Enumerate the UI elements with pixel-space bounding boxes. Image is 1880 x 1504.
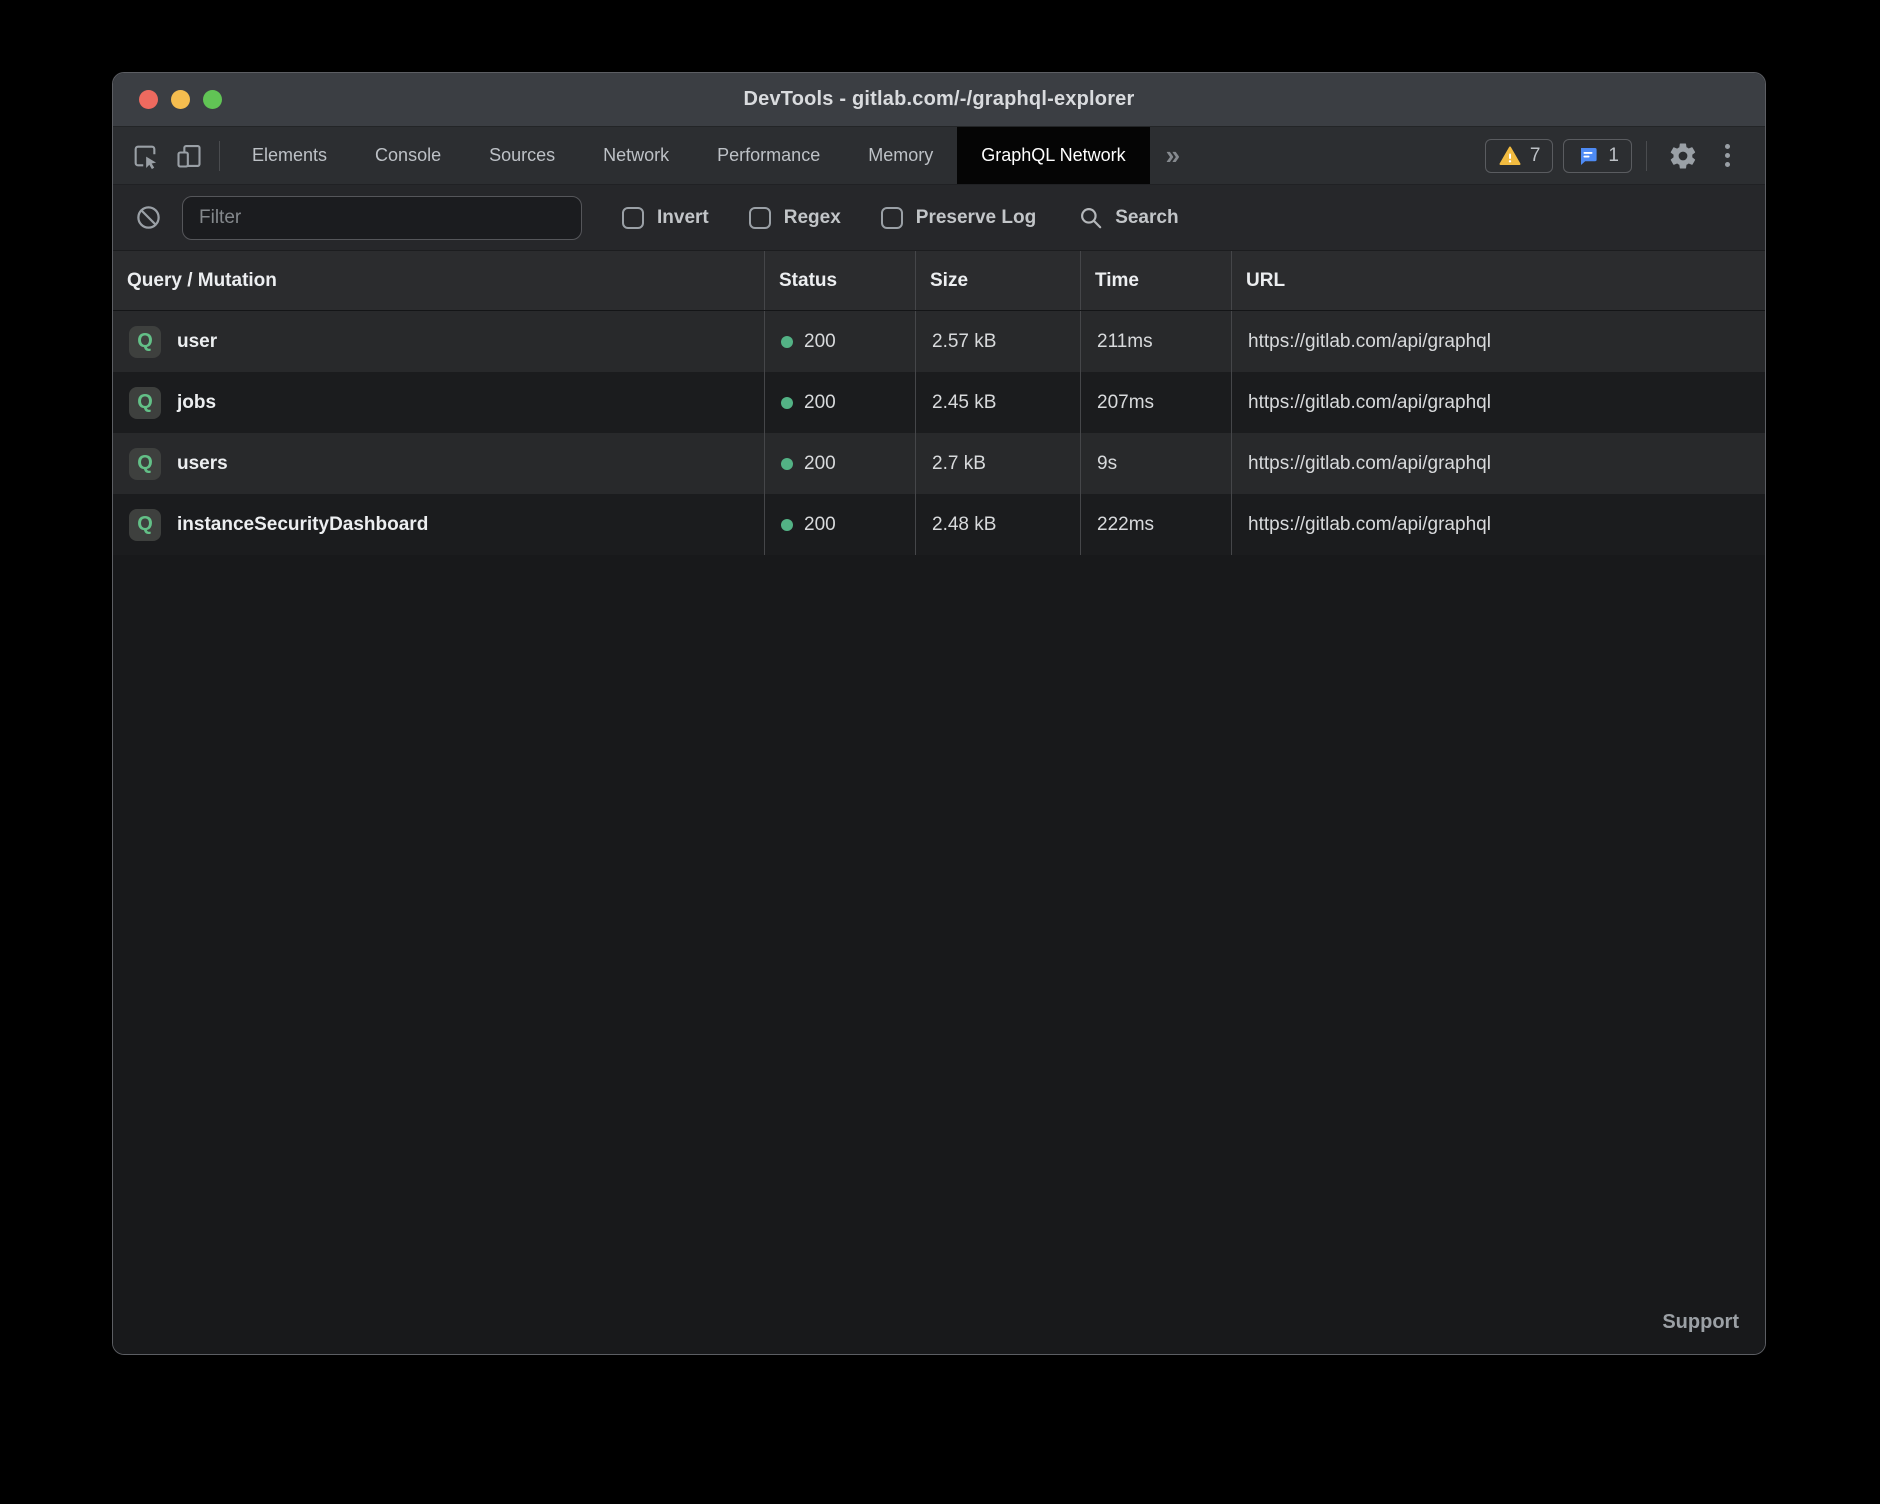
response-size: 2.57 kB	[915, 311, 1080, 372]
tab-graphql-network[interactable]: GraphQL Network	[957, 127, 1149, 184]
request-url: https://gitlab.com/api/graphql	[1231, 372, 1765, 433]
toolbar-divider	[219, 141, 220, 171]
tab-sources[interactable]: Sources	[465, 127, 579, 184]
window-title: DevTools - gitlab.com/-/graphql-explorer	[743, 88, 1134, 111]
preserve-log-toggle[interactable]: Preserve Log	[881, 207, 1036, 229]
query-name: instanceSecurityDashboard	[177, 514, 428, 536]
invert-toggle[interactable]: Invert	[622, 207, 709, 229]
query-type-icon: Q	[129, 326, 161, 358]
regex-toggle[interactable]: Regex	[749, 207, 841, 229]
inspect-cursor-icon	[131, 142, 159, 170]
table-row[interactable]: Q user 200 2.57 kB 211ms https://gitlab.…	[113, 311, 1765, 372]
invert-label: Invert	[657, 207, 709, 229]
devtools-tab-bar: Elements Console Sources Network Perform…	[113, 127, 1765, 185]
inspect-element-button[interactable]	[123, 127, 167, 184]
table-header: Query / Mutation Status Size Time URL	[113, 251, 1765, 311]
search-icon	[1078, 205, 1104, 231]
response-time: 207ms	[1080, 372, 1231, 433]
tab-performance[interactable]: Performance	[693, 127, 844, 184]
query-name: jobs	[177, 392, 216, 414]
query-type-icon: Q	[129, 448, 161, 480]
response-time: 211ms	[1080, 311, 1231, 372]
kebab-menu-icon	[1724, 144, 1730, 167]
minimize-window-button[interactable]	[171, 90, 190, 109]
issues-badge[interactable]: 1	[1563, 139, 1632, 173]
block-icon	[135, 204, 162, 231]
status-code: 200	[804, 514, 836, 536]
panel-empty-area: Support	[113, 555, 1765, 1354]
tab-network[interactable]: Network	[579, 127, 693, 184]
tab-console[interactable]: Console	[351, 127, 465, 184]
query-type-icon: Q	[129, 387, 161, 419]
request-url: https://gitlab.com/api/graphql	[1231, 311, 1765, 372]
tabbar-right-controls: 7 1	[1475, 127, 1765, 184]
warning-count: 7	[1530, 145, 1541, 167]
toggle-device-toolbar-button[interactable]	[167, 127, 211, 184]
search-button[interactable]: Search	[1078, 205, 1178, 231]
warning-icon	[1498, 144, 1522, 168]
status-code: 200	[804, 331, 836, 353]
column-header-url[interactable]: URL	[1231, 251, 1765, 310]
query-name: users	[177, 453, 228, 475]
regex-checkbox[interactable]	[749, 207, 771, 229]
response-time: 9s	[1080, 433, 1231, 494]
query-type-icon: Q	[129, 509, 161, 541]
response-size: 2.48 kB	[915, 494, 1080, 555]
response-size: 2.45 kB	[915, 372, 1080, 433]
regex-label: Regex	[784, 207, 841, 229]
status-ok-dot	[781, 397, 793, 409]
status-ok-dot	[781, 458, 793, 470]
column-header-time[interactable]: Time	[1080, 251, 1231, 310]
warnings-badge[interactable]: 7	[1485, 139, 1554, 173]
request-url: https://gitlab.com/api/graphql	[1231, 433, 1765, 494]
close-window-button[interactable]	[139, 90, 158, 109]
device-toolbar-icon	[175, 142, 203, 170]
response-size: 2.7 kB	[915, 433, 1080, 494]
traffic-lights	[139, 73, 222, 126]
tab-elements[interactable]: Elements	[228, 127, 351, 184]
preserve-log-label: Preserve Log	[916, 207, 1036, 229]
column-header-status[interactable]: Status	[764, 251, 915, 310]
clear-button[interactable]	[135, 204, 162, 231]
desktop: { "window": { "title": "DevTools - gitla…	[0, 0, 1880, 1504]
invert-checkbox[interactable]	[622, 207, 644, 229]
status-code: 200	[804, 453, 836, 475]
query-name: user	[177, 331, 217, 353]
table-row[interactable]: Q instanceSecurityDashboard 200 2.48 kB …	[113, 494, 1765, 555]
badges-divider	[1646, 141, 1647, 171]
column-header-query-mutation[interactable]: Query / Mutation	[113, 251, 764, 310]
search-label: Search	[1115, 207, 1178, 229]
support-link[interactable]: Support	[1662, 1311, 1739, 1334]
response-time: 222ms	[1080, 494, 1231, 555]
title-bar: DevTools - gitlab.com/-/graphql-explorer	[113, 73, 1765, 127]
message-icon	[1576, 144, 1600, 168]
tab-memory[interactable]: Memory	[844, 127, 957, 184]
filter-toolbar: Invert Regex Preserve Log Search	[113, 185, 1765, 251]
preserve-log-checkbox[interactable]	[881, 207, 903, 229]
devtools-window: DevTools - gitlab.com/-/graphql-explorer…	[112, 72, 1766, 1355]
status-ok-dot	[781, 336, 793, 348]
status-code: 200	[804, 392, 836, 414]
maximize-window-button[interactable]	[203, 90, 222, 109]
table-row[interactable]: Q users 200 2.7 kB 9s https://gitlab.com…	[113, 433, 1765, 494]
request-url: https://gitlab.com/api/graphql	[1231, 494, 1765, 555]
gear-icon	[1668, 141, 1698, 171]
table-row[interactable]: Q jobs 200 2.45 kB 207ms https://gitlab.…	[113, 372, 1765, 433]
filter-input[interactable]	[182, 196, 582, 240]
status-ok-dot	[781, 519, 793, 531]
issues-count: 1	[1608, 145, 1619, 167]
column-header-size[interactable]: Size	[915, 251, 1080, 310]
customize-devtools-button[interactable]	[1705, 144, 1749, 167]
more-tabs-button[interactable]: »	[1150, 127, 1196, 184]
settings-button[interactable]	[1661, 141, 1705, 171]
